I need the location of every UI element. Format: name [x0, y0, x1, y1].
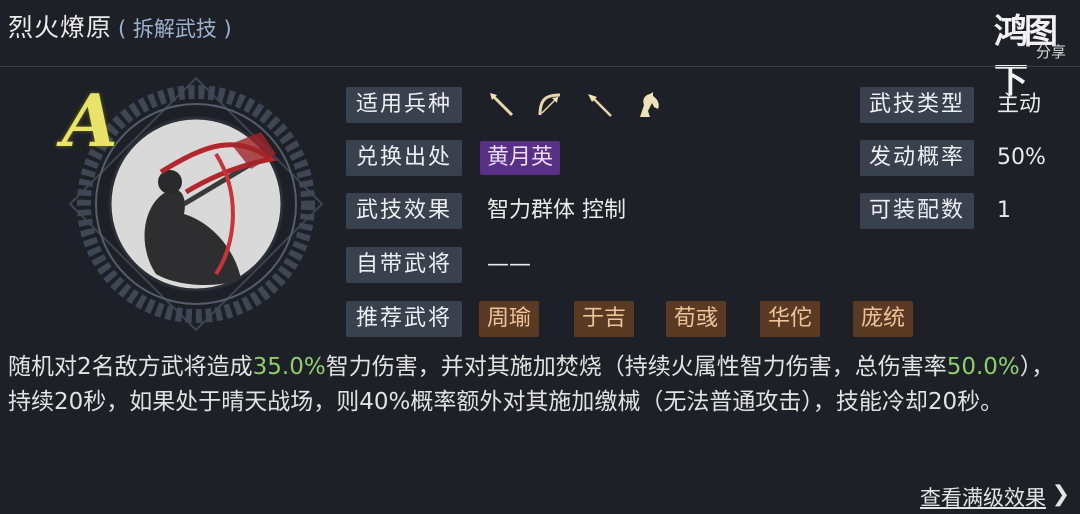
- rate-value: 50%: [997, 145, 1046, 170]
- label-own-general: 自带武将: [346, 247, 462, 283]
- grade-letter: A: [62, 78, 118, 163]
- skill-subtitle: ( 拆解武技 ): [118, 17, 232, 41]
- label-slots: 可装配数: [860, 193, 974, 229]
- recommended-general-1[interactable]: 周瑜: [479, 301, 540, 337]
- desc-damage-rate: 35.0%: [252, 354, 326, 380]
- label-rate: 发动概率: [860, 140, 974, 176]
- logo-share-text: 分享: [1035, 43, 1066, 61]
- skill-name: 烈火燎原: [8, 13, 113, 42]
- label-source: 兑换出处: [346, 140, 462, 176]
- title-row: 烈火燎原 ( 拆解武技 ): [8, 8, 232, 44]
- skill-description: 随机对2名敌方武将造成35.0%智力伤害，并对其施加焚烧（持续火属性智力伤害，总…: [8, 350, 1068, 420]
- spear-icon: [490, 93, 514, 117]
- label-troops: 适用兵种: [346, 87, 462, 123]
- desc-part-1: 随机对2名敌方武将造成: [8, 354, 253, 380]
- own-general-value: ——: [487, 252, 531, 277]
- label-effect: 武技效果: [346, 193, 462, 229]
- label-recommend: 推荐武将: [346, 301, 462, 337]
- recommended-general-3[interactable]: 荀彧: [666, 301, 727, 337]
- view-max-level-link[interactable]: 查看满级效果: [920, 482, 1046, 512]
- source-general-tag[interactable]: 黄月英: [480, 141, 561, 175]
- chevron-right-icon[interactable]: ❯: [1052, 482, 1070, 507]
- bow-icon: [538, 93, 561, 116]
- effect-value: 智力群体 控制: [487, 198, 626, 223]
- lance-icon: [588, 94, 612, 117]
- header-divider: [0, 66, 1080, 67]
- desc-part-2: 智力伤害，并对其施加焚烧（持续火属性智力伤害，总伤害率: [325, 354, 947, 380]
- type-value: 主动: [997, 92, 1042, 117]
- recommended-general-5[interactable]: 庞统: [853, 301, 914, 337]
- app-logo: 鸿图下 分享: [994, 4, 1066, 101]
- desc-burn-rate: 50.0%: [946, 354, 1020, 380]
- recommended-general-4[interactable]: 华佗: [760, 301, 821, 337]
- recommended-general-2[interactable]: 于吉: [574, 301, 635, 337]
- horse-icon: [640, 92, 659, 117]
- label-type: 武技类型: [860, 87, 974, 123]
- slots-value: 1: [997, 198, 1011, 223]
